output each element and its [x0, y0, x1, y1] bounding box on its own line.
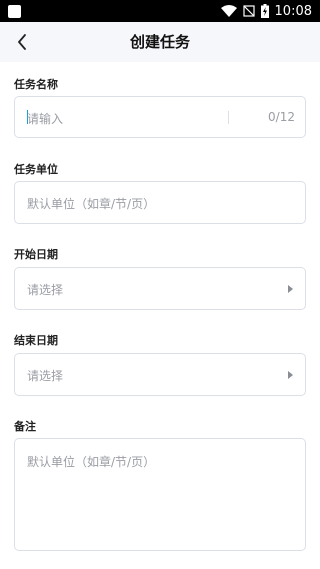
remark-placeholder: 默认单位（如章/节/页） [27, 455, 156, 469]
no-signal-icon [242, 5, 255, 17]
status-bar: 10:08 [0, 0, 320, 22]
app-bar: 创建任务 [0, 22, 320, 62]
caret-right-icon [288, 285, 293, 293]
task-unit-label: 任务单位 [14, 163, 58, 176]
end-date-placeholder: 请选择 [27, 369, 64, 383]
task-name-input[interactable]: 请输入 0/12 [14, 96, 306, 138]
task-unit-input[interactable]: 默认单位（如章/节/页） [14, 181, 306, 224]
task-unit-placeholder: 默认单位（如章/节/页） [27, 197, 156, 211]
end-date-label: 结束日期 [14, 334, 58, 347]
end-date-select[interactable]: 请选择 [14, 353, 306, 396]
task-name-counter: 0/12 [268, 110, 295, 124]
page-title: 创建任务 [129, 33, 190, 51]
start-date-placeholder: 请选择 [27, 283, 64, 297]
start-date-select[interactable]: 请选择 [14, 267, 306, 310]
remark-textarea[interactable]: 默认单位（如章/节/页） [14, 438, 306, 551]
task-name-placeholder: 请输入 [27, 112, 64, 126]
notification-square-icon [8, 5, 21, 18]
status-icons: 10:08 [220, 0, 312, 22]
counter-divider [228, 111, 229, 124]
caret-right-icon [288, 371, 293, 379]
chevron-left-icon [18, 34, 26, 50]
task-name-label: 任务名称 [14, 78, 58, 91]
start-date-label: 开始日期 [14, 248, 58, 261]
battery-charging-icon [260, 4, 269, 18]
remark-label: 备注 [14, 420, 36, 433]
wifi-icon [220, 5, 237, 17]
status-time: 10:08 [274, 3, 312, 19]
back-button[interactable] [10, 30, 34, 54]
